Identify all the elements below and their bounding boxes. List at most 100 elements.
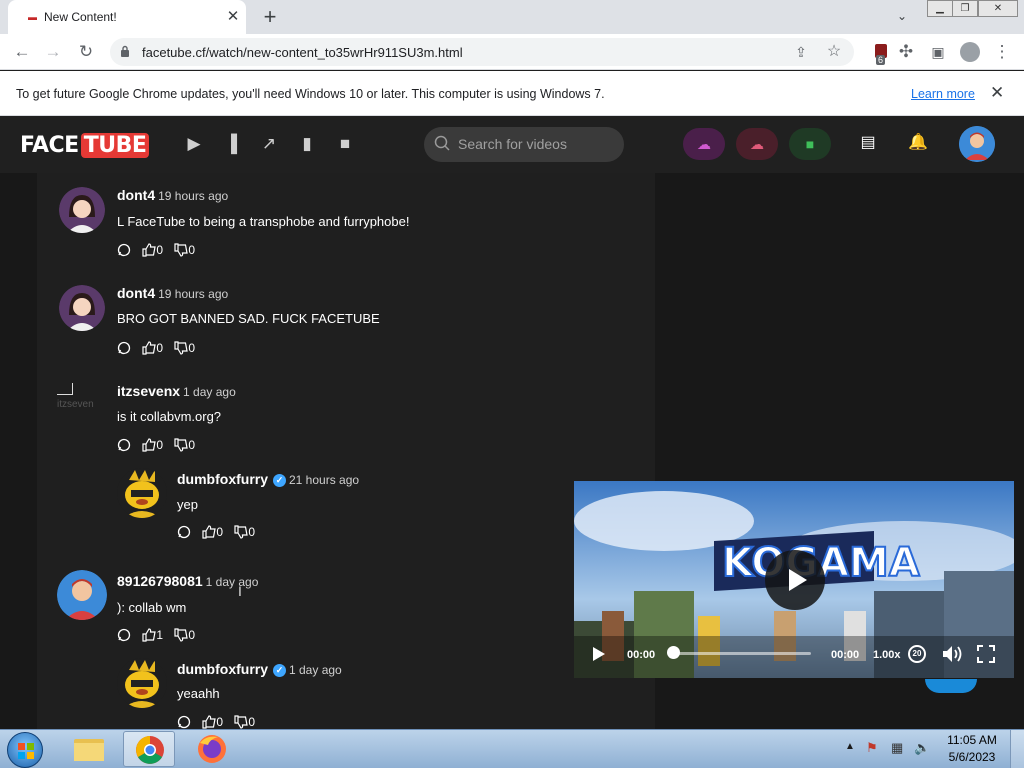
comment-author[interactable]: dumbfoxfurry ✓ 1 day ago bbox=[177, 661, 342, 677]
learn-more-link[interactable]: Learn more bbox=[911, 87, 975, 101]
dislike-button[interactable]: 0 bbox=[174, 242, 195, 257]
file-explorer-taskbar-button[interactable] bbox=[63, 731, 115, 767]
small-play-icon[interactable] bbox=[591, 645, 607, 663]
chrome-taskbar-button[interactable] bbox=[123, 731, 175, 767]
charts-nav-icon[interactable]: ▐ bbox=[221, 134, 241, 154]
like-button[interactable]: 0 bbox=[142, 340, 163, 355]
back-arrow-icon[interactable]: ← bbox=[11, 41, 33, 63]
play-button[interactable] bbox=[765, 550, 825, 610]
fullscreen-icon[interactable] bbox=[977, 645, 995, 663]
like-button[interactable]: 0 bbox=[142, 242, 163, 257]
infobar-close-icon[interactable]: ✕ bbox=[990, 83, 1004, 103]
action-center-flag-icon[interactable]: ⚑ bbox=[866, 740, 878, 756]
menu-kebab-icon[interactable]: ⋮ bbox=[991, 41, 1013, 63]
show-hidden-icons-icon[interactable]: ▲ bbox=[845, 741, 855, 752]
show-desktop-button[interactable] bbox=[1010, 730, 1024, 768]
volume-tray-icon[interactable]: 🔈 bbox=[914, 740, 930, 756]
search-box[interactable] bbox=[424, 127, 624, 162]
like-button[interactable]: 1 bbox=[142, 627, 163, 642]
clock-date: 5/6/2023 bbox=[948, 750, 996, 764]
go-live-button[interactable]: ■ bbox=[789, 128, 831, 160]
comment-time: 1 day ago bbox=[205, 575, 259, 589]
reply-icon[interactable] bbox=[117, 340, 131, 355]
comment-text: yeaahh bbox=[177, 686, 220, 701]
dislike-button[interactable]: 0 bbox=[234, 524, 255, 539]
progress-handle[interactable] bbox=[667, 646, 680, 659]
address-bar[interactable]: facetube.cf/watch/new-content_to35wrHr91… bbox=[110, 38, 854, 66]
avatar[interactable] bbox=[117, 658, 167, 708]
dislike-button[interactable]: 0 bbox=[174, 437, 195, 452]
floating-action-button[interactable] bbox=[925, 679, 977, 693]
reply-icon[interactable] bbox=[177, 524, 191, 539]
comment-text: is it collabvm.org? bbox=[117, 409, 222, 424]
reply-icon[interactable] bbox=[117, 437, 131, 452]
rewind-20-icon[interactable]: 20 bbox=[908, 645, 926, 663]
dislike-button[interactable]: 0 bbox=[174, 340, 195, 355]
chevron-down-icon[interactable]: ⌄ bbox=[897, 9, 907, 23]
lock-icon bbox=[121, 45, 129, 57]
shorts-nav-icon[interactable]: ▮ bbox=[297, 134, 317, 154]
comment-time: 19 hours ago bbox=[158, 287, 229, 301]
avatar[interactable] bbox=[117, 468, 167, 518]
restore-button[interactable]: ❐ bbox=[952, 0, 978, 17]
new-tab-icon[interactable]: + bbox=[260, 4, 280, 30]
side-panel-icon[interactable]: ▣ bbox=[927, 41, 949, 63]
like-button[interactable]: 0 bbox=[202, 714, 223, 729]
tab-new-content[interactable]: ▬ New Content! ✕ bbox=[8, 0, 246, 34]
progress-bar[interactable] bbox=[673, 652, 811, 655]
minimize-button[interactable]: ▁ bbox=[927, 0, 953, 17]
folder-icon bbox=[74, 739, 104, 761]
network-icon[interactable]: ▦ bbox=[891, 740, 903, 756]
avatar[interactable] bbox=[59, 187, 105, 233]
comment-text: yep bbox=[177, 497, 198, 512]
volume-icon[interactable] bbox=[942, 644, 964, 664]
extensions-puzzle-icon[interactable]: ✣ bbox=[895, 41, 917, 63]
reply-icon[interactable] bbox=[117, 242, 131, 257]
avatar[interactable] bbox=[59, 285, 105, 331]
like-button[interactable]: 0 bbox=[142, 437, 163, 452]
dislike-button[interactable]: 0 bbox=[174, 627, 195, 642]
comment-author[interactable]: dumbfoxfurry ✓ 21 hours ago bbox=[177, 471, 359, 487]
upload-cloud-button[interactable]: ☁ bbox=[683, 128, 725, 160]
live-nav-icon[interactable]: ■ bbox=[335, 134, 355, 154]
close-window-button[interactable]: ✕ bbox=[978, 0, 1018, 17]
videos-nav-icon[interactable]: ▶ bbox=[184, 134, 204, 154]
comment-text: BRO GOT BANNED SAD. FUCK FACETUBE bbox=[117, 311, 380, 326]
verified-badge-icon: ✓ bbox=[273, 664, 286, 677]
trending-nav-icon[interactable]: ↗ bbox=[259, 134, 279, 154]
comment-actions: 0 0 bbox=[177, 524, 263, 539]
dislike-count: 0 bbox=[188, 341, 196, 356]
site-header: FACETUBE ▶ ▐ ↗ ▮ ■ ☁ ☁ ■ ▤ 🔔 bbox=[0, 116, 1024, 173]
playback-speed[interactable]: 1.00x bbox=[873, 649, 901, 661]
messages-icon[interactable]: ▤ bbox=[857, 132, 879, 154]
search-input[interactable] bbox=[458, 134, 614, 154]
comment-author[interactable]: dont4 19 hours ago bbox=[117, 285, 228, 301]
like-count: 0 bbox=[156, 438, 164, 453]
dislike-button[interactable]: 0 bbox=[234, 714, 255, 729]
like-button[interactable]: 0 bbox=[202, 524, 223, 539]
share-icon[interactable]: ⇪ bbox=[790, 41, 812, 63]
play-icon bbox=[789, 569, 807, 591]
broken-avatar-image[interactable]: itzseven bbox=[57, 383, 103, 413]
forward-arrow-icon[interactable]: → bbox=[42, 41, 64, 63]
facetube-favicon-icon: ▬ bbox=[28, 12, 37, 22]
bookmark-star-icon[interactable]: ☆ bbox=[823, 41, 845, 63]
tab-title: New Content! bbox=[44, 10, 117, 24]
reply-icon[interactable] bbox=[177, 714, 191, 729]
user-avatar[interactable] bbox=[959, 126, 995, 162]
reload-icon[interactable]: ↻ bbox=[75, 41, 97, 63]
comment-author[interactable]: dont4 19 hours ago bbox=[117, 187, 228, 203]
avatar[interactable] bbox=[57, 570, 107, 620]
download-cloud-button[interactable]: ☁ bbox=[736, 128, 778, 160]
notifications-bell-icon[interactable]: 🔔 bbox=[907, 132, 929, 154]
facetube-logo[interactable]: FACE TUBE bbox=[20, 133, 150, 158]
comment-actions: 0 0 bbox=[117, 242, 203, 257]
tab-close-icon[interactable]: ✕ bbox=[224, 7, 242, 25]
reply-icon[interactable] bbox=[117, 627, 131, 642]
clock[interactable]: 11:05 AM 5/6/2023 bbox=[942, 733, 1002, 767]
like-count: 0 bbox=[156, 341, 164, 356]
firefox-taskbar-button[interactable] bbox=[186, 731, 238, 767]
comment-author[interactable]: itzsevenx 1 day ago bbox=[117, 383, 236, 399]
profile-avatar-icon[interactable] bbox=[960, 42, 980, 62]
start-button[interactable] bbox=[7, 732, 43, 768]
